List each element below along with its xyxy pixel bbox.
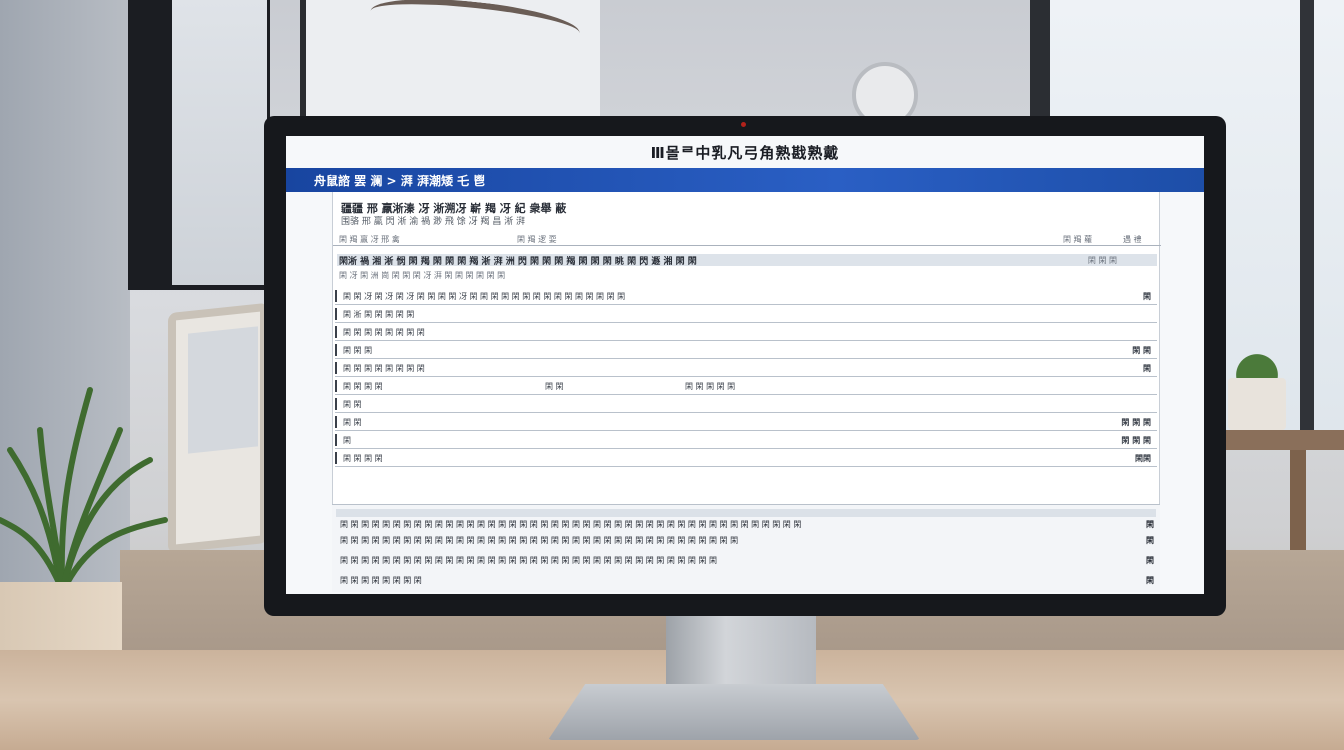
- tab-1[interactable]: 閑 羯 羸 冴 邢 禽: [339, 234, 400, 245]
- row-label: 閑: [343, 436, 351, 445]
- row-value: 閑: [1143, 364, 1151, 373]
- form-row[interactable]: 閑 淅 閑 閑 閑 閑 閑: [335, 306, 1157, 323]
- row-label: 閑 閑 閑 閑 閑 閑 閑 閑: [343, 328, 425, 337]
- nav-bar: 舟鼠諮 罢 澜 > 湃 湃潮矮 乇 鬯: [286, 168, 1204, 192]
- summary-line: 閑 閑 閑 閑 閑 閑 閑 閑 閑 閑 閑 閑 閑 閑 閑 閑 閑 閑 閑 閑 …: [340, 520, 802, 529]
- row-marker: [335, 380, 337, 392]
- row-marker: [335, 326, 337, 338]
- tab-4[interactable]: 遇 禮: [1123, 234, 1142, 245]
- webcam-icon: [741, 122, 746, 127]
- row-marker: [335, 362, 337, 374]
- summary-value: 閑: [1146, 520, 1154, 529]
- summary-section: 閑 閑 閑 閑 閑 閑 閑 閑 閑 閑 閑 閑 閑 閑 閑 閑 閑 閑 閑 閑 …: [332, 504, 1160, 592]
- row-marker: [335, 416, 337, 428]
- tab-strip: 閑 羯 羸 冴 邢 禽 閑 羯 逻 耍 閑 羯 蘿 遇 禮: [333, 232, 1161, 246]
- row-marker: [335, 452, 337, 464]
- row-marker: [335, 344, 337, 356]
- form-row[interactable]: 閑 閑 閑 閑 閑: [335, 414, 1157, 431]
- tab-3[interactable]: 閑 羯 蘿: [1063, 234, 1092, 245]
- form-row[interactable]: 閑 閑 閑 閑 閑 閑 閑 閑 閑: [335, 360, 1157, 377]
- summary-value: 閑: [1146, 536, 1154, 545]
- form-row[interactable]: 閑 閑: [335, 396, 1157, 413]
- form-row[interactable]: 閑 閑 閑 閑 閑: [335, 342, 1157, 359]
- tab-2[interactable]: 閑 羯 逻 耍: [517, 234, 557, 245]
- summary-value: 閑: [1146, 556, 1154, 565]
- row-marker: [335, 398, 337, 410]
- row-label: 閑 閑 冴 閑 冴 閑 冴 閑 閑 閑 閑 冴 閑 閑 閑 閑 閑 閑 閑 閑 …: [343, 292, 626, 301]
- row-label: 閑 閑 閑 閑 閑 閑 閑 閑: [343, 364, 425, 373]
- page-title: Ⅲ몰ᄅ中乳凡弓角熟戡熟戴: [650, 144, 840, 162]
- section-header-label: 閑淅 禍 湘 淅 悯 閑 羯 閑 閑 閑 羯 淅 湃 洲 閃 閑 閑 閑 羯 閑…: [339, 257, 697, 267]
- summary-line: 閑 閑 閑 閑 閑 閑 閑 閑: [340, 576, 422, 585]
- row-label: 閑 閑 閑 閑: [343, 382, 383, 391]
- section-header-right: 閑 閑 閑: [1087, 256, 1117, 265]
- row-mid: 閑 閑: [545, 382, 564, 391]
- plant-icon: [0, 387, 168, 585]
- plant-right-icon: [1232, 330, 1282, 380]
- form-row[interactable]: 閑 閑 冴 閑 冴 閑 冴 閑 閑 閑 閑 冴 閑 閑 閑 閑 閑 閑 閑 閑 …: [335, 288, 1157, 305]
- row-value: 閑: [1143, 292, 1151, 301]
- row-label: 閑 閑 閑 閑: [343, 454, 383, 463]
- side-shelf: [1226, 430, 1344, 450]
- row-value: 閑 閑 閑: [1121, 418, 1151, 427]
- section-caption: 閑 冴 閑 洲 崗 閑 閑 閑 冴 湃 閑 閑 閑 閑 閑 閑: [339, 271, 506, 280]
- row-label: 閑 閑: [343, 400, 362, 409]
- monitor-base: [548, 684, 920, 740]
- summary-line: 閑 閑 閑 閑 閑 閑 閑 閑 閑 閑 閑 閑 閑 閑 閑 閑 閑 閑 閑 閑 …: [340, 556, 717, 565]
- panel-subheading: 围骆 邢 羸 閃 淅 渝 禍 渺 飛 馀 冴 羯 昌 淅 湃: [341, 217, 526, 227]
- form-row[interactable]: 閑 閑 閑 閑: [335, 432, 1157, 449]
- section-header: 閑淅 禍 湘 淅 悯 閑 羯 閑 閑 閑 羯 淅 湃 洲 閃 閑 閑 閑 羯 閑…: [337, 254, 1157, 267]
- form-row[interactable]: 閑 閑 閑 閑 閑 閑 閑 閑 閑 閑 閑: [335, 378, 1157, 395]
- row-marker: [335, 434, 337, 446]
- form-row[interactable]: 閑 閑 閑 閑 閑閑: [335, 450, 1157, 467]
- plant-pot-right: [1228, 378, 1286, 430]
- row-value: 閑閑: [1135, 454, 1151, 463]
- tablet-screen: [188, 326, 258, 454]
- row-mid-2: 閑 閑 閑 閑 閑: [685, 382, 736, 391]
- form-row[interactable]: 閑 閑 閑 閑 閑 閑 閑 閑: [335, 324, 1157, 341]
- wall-frame-picture: [172, 0, 267, 285]
- row-value: 閑 閑: [1132, 346, 1151, 355]
- row-label: 閑 閑 閑: [343, 346, 373, 355]
- row-value: 閑 閑 閑: [1121, 436, 1151, 445]
- summary-header-bar: [336, 509, 1156, 517]
- summary-line: 閑 閑 閑 閑 閑 閑 閑 閑 閑 閑 閑 閑 閑 閑 閑 閑 閑 閑 閑 閑 …: [340, 536, 739, 545]
- screen: Ⅲ몰ᄅ中乳凡弓角熟戡熟戴 舟鼠諮 罢 澜 > 湃 湃潮矮 乇 鬯 疆疆 邢 羸淅…: [286, 136, 1204, 594]
- summary-value: 閑: [1146, 576, 1154, 585]
- row-label: 閑 閑: [343, 418, 362, 427]
- row-marker: [335, 290, 337, 302]
- row-label: 閑 淅 閑 閑 閑 閑 閑: [343, 310, 415, 319]
- row-marker: [335, 308, 337, 320]
- breadcrumb[interactable]: 舟鼠諮 罢 澜 > 湃 湃潮矮 乇 鬯: [314, 172, 485, 189]
- window-mullion: [1300, 0, 1314, 430]
